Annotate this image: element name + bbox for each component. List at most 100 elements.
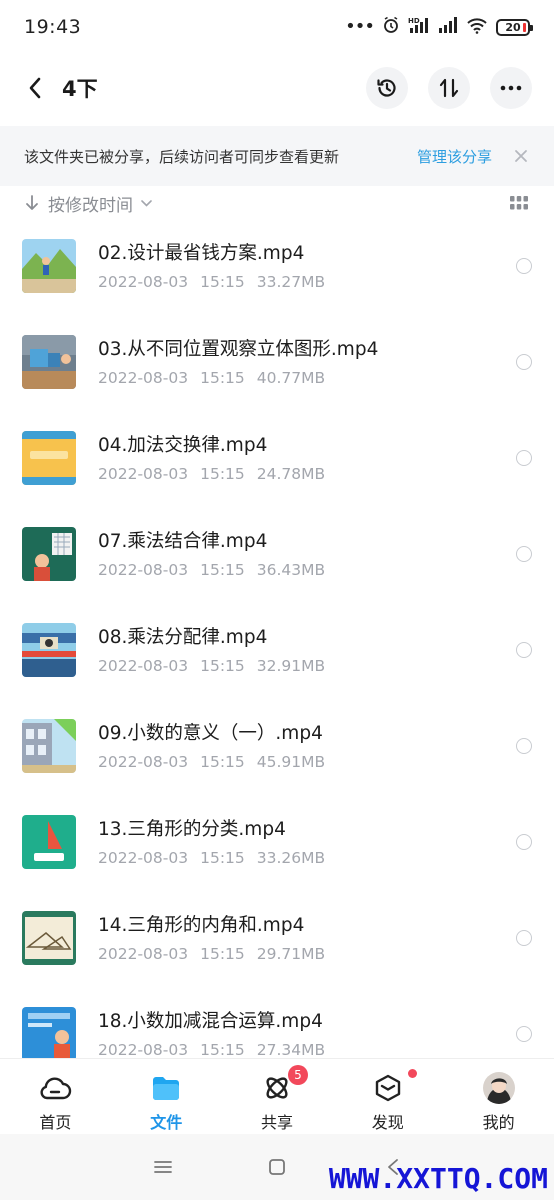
video-thumbnail <box>22 911 76 965</box>
file-meta: 2022-08-03 15:15 24.78MB <box>98 465 516 483</box>
file-row[interactable]: 04.加法交换律.mp4 2022-08-03 15:15 24.78MB <box>0 410 554 506</box>
nav-label: 文件 <box>150 1113 183 1132</box>
file-size: 40.77MB <box>256 369 326 387</box>
select-radio[interactable] <box>516 546 532 562</box>
file-row[interactable]: 13.三角形的分类.mp4 2022-08-03 15:15 33.26MB <box>0 794 554 890</box>
video-thumbnail <box>22 719 76 773</box>
file-name: 04.加法交换律.mp4 <box>98 435 268 456</box>
file-size: 27.34MB <box>256 1041 326 1058</box>
select-radio[interactable] <box>516 1026 532 1042</box>
menu-icon[interactable] <box>152 1156 174 1178</box>
file-row[interactable]: 14.三角形的内角和.mp4 2022-08-03 15:15 29.71MB <box>0 890 554 986</box>
file-meta: 2022-08-03 15:15 36.43MB <box>98 561 516 579</box>
video-thumbnail <box>22 431 76 485</box>
file-size: 32.91MB <box>256 657 326 675</box>
notification-dot <box>407 1069 417 1078</box>
select-radio[interactable] <box>516 930 532 946</box>
status-bar: 19:43 ••• HD 20 <box>0 0 554 54</box>
sort-direction-icon[interactable] <box>24 194 40 212</box>
folder-icon <box>149 1071 183 1105</box>
alarm-icon <box>382 16 400 38</box>
select-radio[interactable] <box>516 354 532 370</box>
file-size: 36.43MB <box>256 561 326 579</box>
file-info: 14.三角形的内角和.mp4 2022-08-03 15:15 29.71MB <box>98 913 516 963</box>
chevron-down-icon[interactable] <box>141 198 153 208</box>
watermark: WWW.XXTTQ.COM <box>328 1162 548 1195</box>
nav-label: 发现 <box>371 1113 404 1132</box>
atom-icon: 5 <box>260 1065 308 1105</box>
avatar-icon <box>482 1071 516 1105</box>
more-dots-icon: ••• <box>345 16 375 37</box>
nav-label: 我的 <box>482 1113 515 1132</box>
file-row[interactable]: 02.设计最省钱方案.mp4 2022-08-03 15:15 33.27MB <box>0 218 554 314</box>
file-date: 2022-08-03 <box>98 753 189 771</box>
file-time: 15:15 <box>200 753 245 771</box>
file-time: 15:15 <box>200 369 245 387</box>
video-thumbnail <box>22 239 76 293</box>
file-name: 03.从不同位置观察立体图形.mp4 <box>98 339 379 360</box>
manage-share-link[interactable]: 管理该分享 <box>417 146 492 167</box>
grid-icon <box>510 196 528 210</box>
share-banner-text: 该文件夹已被分享，后续访问者可同步查看更新 <box>24 147 340 166</box>
sort-bar: 按修改时间 <box>0 186 554 220</box>
file-row[interactable]: 18.小数加减混合运算.mp4 2022-08-03 15:15 27.34MB <box>0 986 554 1058</box>
signal-icon <box>438 16 458 38</box>
file-info: 09.小数的意义（一）.mp4 2022-08-03 15:15 45.91MB <box>98 721 516 771</box>
nav-item-share[interactable]: 5 共享 <box>222 1059 333 1134</box>
file-time: 15:15 <box>200 1041 245 1058</box>
select-radio[interactable] <box>516 738 532 754</box>
file-row[interactable]: 09.小数的意义（一）.mp4 2022-08-03 15:15 45.91MB <box>0 698 554 794</box>
file-info: 02.设计最省钱方案.mp4 2022-08-03 15:15 33.27MB <box>98 241 516 291</box>
grid-view-button[interactable] <box>508 192 530 214</box>
select-radio[interactable] <box>516 834 532 850</box>
file-size: 45.91MB <box>256 753 326 771</box>
status-time: 19:43 <box>24 16 82 38</box>
cube-icon <box>371 1069 417 1105</box>
nav-item-me[interactable]: 我的 <box>443 1059 554 1134</box>
file-time: 15:15 <box>200 945 245 963</box>
home-icon[interactable] <box>266 1156 288 1178</box>
file-row[interactable]: 07.乘法结合律.mp4 2022-08-03 15:15 36.43MB <box>0 506 554 602</box>
file-size: 33.26MB <box>256 849 326 867</box>
file-row[interactable]: 08.乘法分配律.mp4 2022-08-03 15:15 32.91MB <box>0 602 554 698</box>
file-meta: 2022-08-03 15:15 40.77MB <box>98 369 516 387</box>
wifi-icon <box>466 16 488 38</box>
file-time: 15:15 <box>200 561 245 579</box>
page-title: 4下 <box>62 77 98 101</box>
nav-item-files[interactable]: 文件 <box>111 1059 222 1134</box>
file-name: 07.乘法结合律.mp4 <box>98 531 268 552</box>
file-meta: 2022-08-03 15:15 29.71MB <box>98 945 516 963</box>
file-info: 18.小数加减混合运算.mp4 2022-08-03 15:15 27.34MB <box>98 1009 516 1058</box>
file-meta: 2022-08-03 15:15 33.26MB <box>98 849 516 867</box>
file-info: 13.三角形的分类.mp4 2022-08-03 15:15 33.26MB <box>98 817 516 867</box>
file-date: 2022-08-03 <box>98 561 189 579</box>
sort-button[interactable] <box>428 67 470 109</box>
back-button[interactable] <box>18 68 52 108</box>
nav-item-discover[interactable]: 发现 <box>332 1059 443 1134</box>
file-date: 2022-08-03 <box>98 273 189 291</box>
file-name: 02.设计最省钱方案.mp4 <box>98 243 305 264</box>
sort-label[interactable]: 按修改时间 <box>48 191 133 216</box>
header-actions <box>366 67 532 109</box>
status-icons: ••• HD 20 <box>345 16 533 38</box>
file-date: 2022-08-03 <box>98 1041 189 1058</box>
select-radio[interactable] <box>516 642 532 658</box>
file-name: 13.三角形的分类.mp4 <box>98 819 286 840</box>
more-icon <box>500 85 522 91</box>
file-time: 15:15 <box>200 465 245 483</box>
video-thumbnail <box>22 527 76 581</box>
select-radio[interactable] <box>516 450 532 466</box>
nav-item-home[interactable]: 首页 <box>0 1059 111 1134</box>
select-radio[interactable] <box>516 258 532 274</box>
battery-icon: 20 <box>496 18 533 36</box>
file-date: 2022-08-03 <box>98 945 189 963</box>
share-badge: 5 <box>287 1065 308 1085</box>
hd-signal-icon: HD <box>408 16 430 38</box>
battery-low-indicator <box>523 22 526 32</box>
close-banner-button[interactable] <box>512 147 530 165</box>
file-time: 15:15 <box>200 273 245 291</box>
file-row[interactable]: 03.从不同位置观察立体图形.mp4 2022-08-03 15:15 40.77M… <box>0 314 554 410</box>
history-button[interactable] <box>366 67 408 109</box>
video-thumbnail <box>22 815 76 869</box>
more-button[interactable] <box>490 67 532 109</box>
